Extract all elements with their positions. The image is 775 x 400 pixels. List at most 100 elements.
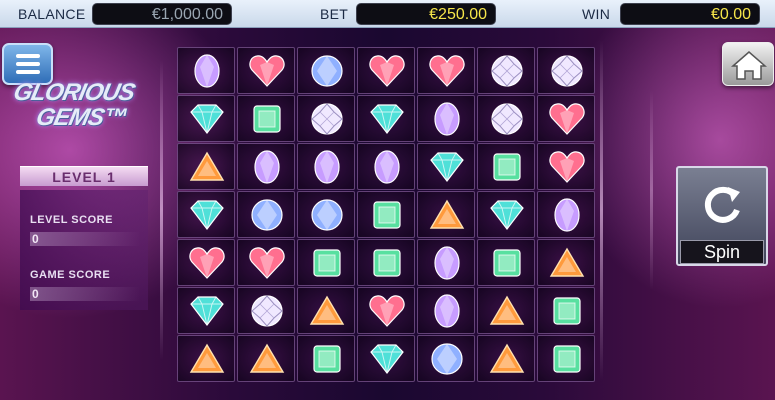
gem-cell — [237, 191, 295, 238]
violet-oval-gem-icon — [434, 102, 460, 136]
triangle-gem-icon — [249, 343, 285, 373]
gem-cell — [417, 191, 475, 238]
gem-cell — [177, 335, 235, 382]
heart-gem-icon — [189, 247, 225, 279]
gem-cell — [237, 143, 295, 190]
gem-cell — [417, 239, 475, 286]
gem-cell — [357, 47, 415, 94]
triangle-gem-icon — [189, 343, 225, 373]
emerald-gem-icon — [373, 249, 401, 277]
emerald-gem-icon — [313, 249, 341, 277]
gem-cell — [477, 239, 535, 286]
game-score-label: GAME SCORE — [30, 269, 111, 281]
round-white-gem-icon — [491, 55, 523, 87]
violet-oval-gem-icon — [434, 294, 460, 328]
emerald-gem-icon — [493, 249, 521, 277]
violet-oval-gem-icon — [374, 150, 400, 184]
teal-diamond-gem-icon — [370, 104, 404, 134]
heart-gem-icon — [549, 151, 585, 183]
triangle-gem-icon — [549, 247, 585, 277]
teal-diamond-gem-icon — [190, 200, 224, 230]
gem-cell — [477, 143, 535, 190]
gem-cell — [417, 143, 475, 190]
gem-cell — [177, 143, 235, 190]
gem-cell — [177, 191, 235, 238]
top-bar: BALANCE €1,000.00 BET €250.00 WIN €0.00 — [0, 0, 775, 28]
bet-label: BET — [320, 6, 349, 22]
gem-cell — [297, 239, 355, 286]
gem-cell — [237, 95, 295, 142]
win-label: WIN — [582, 6, 611, 22]
round-white-gem-icon — [491, 103, 523, 135]
teal-diamond-gem-icon — [430, 152, 464, 182]
gem-cell — [237, 287, 295, 334]
gem-cell — [417, 47, 475, 94]
gem-cell — [477, 287, 535, 334]
triangle-gem-icon — [489, 343, 525, 373]
balance-label: BALANCE — [18, 6, 86, 22]
heart-gem-icon — [429, 55, 465, 87]
spin-button[interactable]: Spin — [676, 166, 768, 266]
level-score-label: LEVEL SCORE — [30, 214, 113, 226]
triangle-gem-icon — [189, 151, 225, 181]
home-button[interactable] — [722, 42, 774, 86]
heart-gem-icon — [249, 55, 285, 87]
gem-cell — [537, 335, 595, 382]
emerald-gem-icon — [553, 297, 581, 325]
gem-cell — [297, 47, 355, 94]
score-panel: LEVEL SCORE 0 GAME SCORE 0 — [20, 190, 148, 310]
triangle-gem-icon — [489, 295, 525, 325]
blue-round-gem-icon — [251, 199, 283, 231]
gem-cell — [477, 95, 535, 142]
gem-cell — [417, 95, 475, 142]
gem-cell — [177, 95, 235, 142]
win-value: €0.00 — [620, 3, 760, 25]
gem-cell — [537, 191, 595, 238]
emerald-gem-icon — [313, 345, 341, 373]
teal-diamond-gem-icon — [190, 104, 224, 134]
round-white-gem-icon — [311, 103, 343, 135]
gem-cell — [237, 335, 295, 382]
gem-cell — [537, 95, 595, 142]
violet-oval-gem-icon — [554, 198, 580, 232]
teal-diamond-gem-icon — [190, 296, 224, 326]
refresh-icon — [704, 186, 740, 223]
gem-cell — [357, 191, 415, 238]
teal-diamond-gem-icon — [370, 344, 404, 374]
gem-grid — [177, 47, 595, 383]
logo-line-1: GLORIOUS — [11, 79, 137, 106]
spin-label: Spin — [680, 240, 764, 264]
round-white-gem-icon — [251, 295, 283, 327]
teal-diamond-gem-icon — [490, 200, 524, 230]
gem-cell — [177, 239, 235, 286]
gem-cell — [297, 335, 355, 382]
round-white-gem-icon — [551, 55, 583, 87]
balance-value: €1,000.00 — [92, 3, 232, 25]
gem-cell — [417, 335, 475, 382]
blue-round-gem-icon — [431, 343, 463, 375]
violet-oval-gem-icon — [254, 150, 280, 184]
bet-value[interactable]: €250.00 — [356, 3, 496, 25]
gem-cell — [357, 239, 415, 286]
gem-cell — [537, 143, 595, 190]
logo-line-2: GEMS™ — [33, 104, 130, 131]
gem-cell — [237, 239, 295, 286]
emerald-gem-icon — [493, 153, 521, 181]
violet-oval-gem-icon — [434, 246, 460, 280]
gem-cell — [297, 143, 355, 190]
violet-oval-gem-icon — [314, 150, 340, 184]
emerald-gem-icon — [253, 105, 281, 133]
gem-cell — [537, 239, 595, 286]
emerald-gem-icon — [553, 345, 581, 373]
level-indicator: LEVEL 1 — [20, 166, 148, 186]
gem-cell — [477, 191, 535, 238]
gem-cell — [237, 47, 295, 94]
blue-round-gem-icon — [311, 55, 343, 87]
gem-cell — [357, 95, 415, 142]
game-logo: GLORIOUS GEMS™ — [3, 79, 166, 142]
heart-gem-icon — [369, 295, 405, 327]
gem-cell — [297, 95, 355, 142]
gem-cell — [537, 47, 595, 94]
blue-round-gem-icon — [311, 199, 343, 231]
emerald-gem-icon — [373, 201, 401, 229]
